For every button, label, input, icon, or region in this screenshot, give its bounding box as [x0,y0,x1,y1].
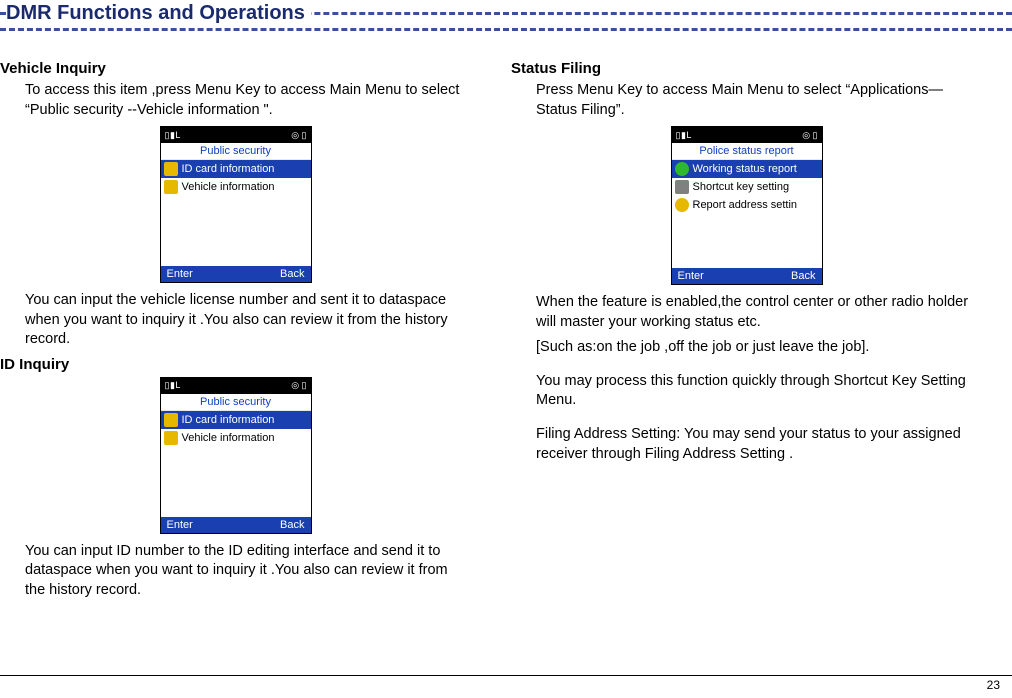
status-filing-title: Status Filing [511,60,982,77]
right-column: Status Filing Press Menu Key to access M… [491,60,1002,607]
vehicle-inquiry-title: Vehicle Inquiry [0,60,471,77]
header-dash-bottom [0,28,1012,31]
phone2-foot-right: Back [280,519,304,531]
id-inquiry-p1: You can input ID number to the ID editin… [25,542,471,601]
page-number: 23 [987,678,1000,692]
phone2-row1-label: Vehicle information [182,432,275,444]
vehicle-screenshot: ▯ ▮ L ◎ ▯ Public security ID card inform… [0,126,471,283]
phone2-body [161,447,311,517]
phone2-foot-left: Enter [167,519,193,531]
content-columns: Vehicle Inquiry To access this item ,pre… [0,40,1012,607]
phone3-status-right: ◎ ▯ [802,130,817,141]
phone2-row-idcard: ID card information [161,411,311,429]
phone2-status-right: ◎ ▯ [291,380,306,391]
status-filing-p4: You may process this function quickly th… [536,372,982,411]
phone1-row0-label: ID card information [182,163,275,175]
keyboard-icon [675,180,689,194]
phone3-status-left: ▯ ▮ L [676,130,691,141]
phone3-row2-label: Report address settin [693,199,798,211]
status-filing-p1: Press Menu Key to access Main Menu to se… [536,81,982,120]
status-filing-p5: Filing Address Setting: You may send you… [536,425,982,464]
left-column: Vehicle Inquiry To access this item ,pre… [0,60,491,607]
phone3-footer: Enter Back [672,268,822,284]
page-header: DMR Functions and Operations [0,0,1012,40]
phone3-title: Police status report [672,143,822,160]
phone1-statusbar: ▯ ▮ L ◎ ▯ [161,127,311,143]
phone1-status-right: ◎ ▯ [291,130,306,141]
vehicle-inquiry-p1: To access this item ,press Menu Key to a… [25,81,471,120]
status-screenshot: ▯ ▮ L ◎ ▯ Police status report Working s… [511,126,982,285]
phone2-footer: Enter Back [161,517,311,533]
check-circle-icon [675,162,689,176]
page-title: DMR Functions and Operations [6,2,311,25]
phone3-body [672,214,822,268]
phone-mock-1: ▯ ▮ L ◎ ▯ Public security ID card inform… [160,126,312,283]
phone3-row-working: Working status report [672,160,822,178]
id-card-icon [164,162,178,176]
phone-mock-3: ▯ ▮ L ◎ ▯ Police status report Working s… [671,126,823,285]
phone1-row-vehicle: Vehicle information [161,178,311,196]
phone3-foot-left: Enter [678,270,704,282]
phone1-status-left: ▯ ▮ L [165,130,180,141]
phone2-row0-label: ID card information [182,414,275,426]
phone-mock-2: ▯ ▮ L ◎ ▯ Public security ID card inform… [160,377,312,534]
phone1-foot-right: Back [280,268,304,280]
vehicle-icon [164,180,178,194]
phone1-foot-left: Enter [167,268,193,280]
phone1-row1-label: Vehicle information [182,181,275,193]
footer-rule [0,675,1012,676]
phone1-row-idcard: ID card information [161,160,311,178]
gear-icon [675,198,689,212]
id-inquiry-title: ID Inquiry [0,356,471,373]
phone1-body [161,196,311,266]
status-filing-p3: [Such as:on the job ,off the job or just… [536,338,982,358]
status-filing-p2: When the feature is enabled,the control … [536,293,982,332]
vehicle-inquiry-p2: You can input the vehicle license number… [25,291,471,350]
phone2-statusbar: ▯ ▮ L ◎ ▯ [161,378,311,394]
phone3-row0-label: Working status report [693,163,797,175]
id-screenshot: ▯ ▮ L ◎ ▯ Public security ID card inform… [0,377,471,534]
phone3-row1-label: Shortcut key setting [693,181,790,193]
id-card-icon [164,413,178,427]
phone3-row-address: Report address settin [672,196,822,214]
phone3-statusbar: ▯ ▮ L ◎ ▯ [672,127,822,143]
phone3-foot-right: Back [791,270,815,282]
vehicle-icon [164,431,178,445]
phone3-row-shortcut: Shortcut key setting [672,178,822,196]
phone2-row-vehicle: Vehicle information [161,429,311,447]
phone2-status-left: ▯ ▮ L [165,380,180,391]
phone1-footer: Enter Back [161,266,311,282]
phone1-title: Public security [161,143,311,160]
phone2-title: Public security [161,394,311,411]
